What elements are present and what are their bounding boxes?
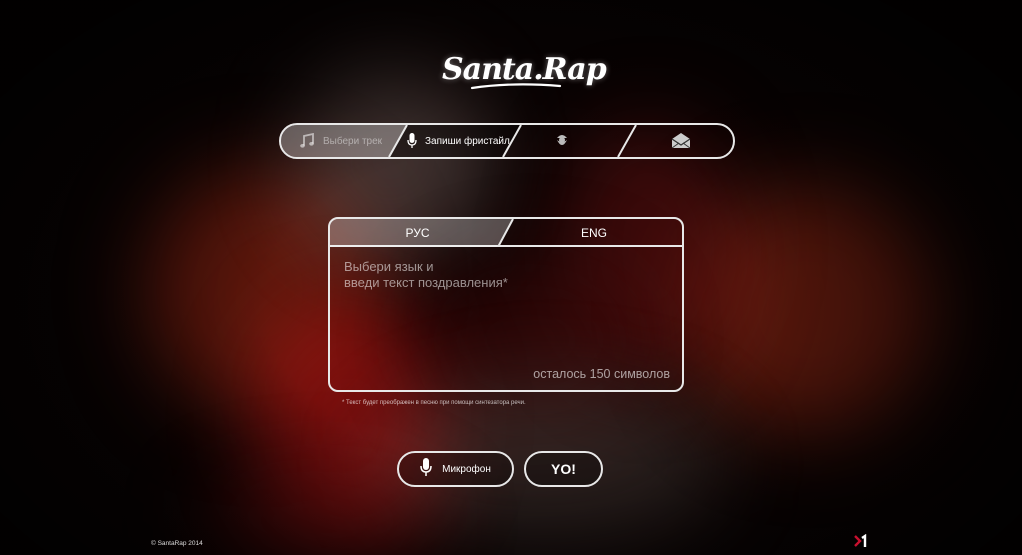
logo-swoosh: [470, 83, 562, 90]
microphone-button-label: Микрофон: [442, 463, 491, 475]
step-santa[interactable]: [554, 125, 570, 157]
step-choose-track[interactable]: Выбери трек: [299, 125, 382, 157]
tab-eng[interactable]: ENG: [506, 219, 682, 247]
step-record-freestyle[interactable]: Запиши фристайл: [407, 125, 510, 157]
message-input[interactable]: [344, 259, 674, 359]
microphone-icon: [407, 133, 417, 149]
santa-icon: [554, 132, 570, 150]
envelope-icon: [671, 133, 691, 149]
music-note-icon: [299, 133, 315, 149]
footnote: * Текст будет преображен в песню при пом…: [342, 400, 526, 406]
language-tabs: РУС ENG: [330, 219, 682, 247]
step-label: Выбери трек: [323, 135, 383, 147]
characters-remaining: осталось 150 символов: [533, 367, 670, 381]
copyright: © SantaRap 2014: [151, 540, 203, 547]
santa-rap-logo[interactable]: Santa.Rap: [442, 50, 607, 96]
microphone-icon: [420, 458, 432, 480]
step-label: Запиши фристайл: [425, 135, 510, 147]
message-panel: РУС ENG осталось 150 символов: [328, 217, 684, 392]
step-send[interactable]: [671, 125, 691, 157]
steps-bar: Выбери трек Запиши фристайл: [279, 123, 735, 159]
yo-button[interactable]: YO!: [524, 451, 603, 487]
studio-logo[interactable]: [854, 533, 868, 553]
tab-rus[interactable]: РУС: [330, 219, 505, 247]
studio-logo-icon: [854, 533, 867, 547]
microphone-button[interactable]: Микрофон: [397, 451, 514, 487]
yo-button-label: YO!: [551, 461, 576, 477]
